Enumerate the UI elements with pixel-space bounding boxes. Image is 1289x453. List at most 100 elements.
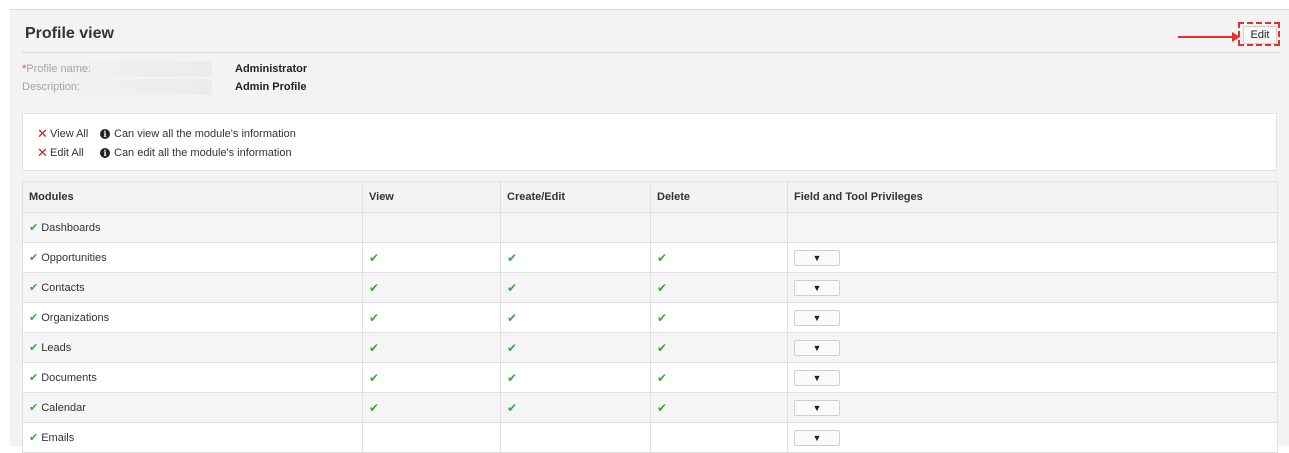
check-icon: ✔ — [369, 280, 380, 295]
edit-button[interactable]: Edit — [1243, 26, 1277, 44]
check-icon: ✔ — [657, 310, 668, 325]
view-cell: ✔ — [362, 392, 501, 423]
create-cell: ✔ — [500, 272, 651, 303]
tool-privileges-cell: ▼ — [787, 272, 1278, 303]
chevron-down-icon[interactable]: ▼ — [794, 309, 840, 326]
check-icon: ✔ — [507, 280, 518, 295]
page-title: Profile view — [25, 25, 114, 42]
check-icon: ✔ — [507, 310, 518, 325]
module-name: Organizations — [41, 312, 110, 324]
description-label: Description: — [22, 79, 212, 95]
check-icon: ✔ — [369, 250, 380, 265]
tool-privileges-cell: ▼ — [787, 422, 1278, 453]
check-icon: ✔ — [657, 280, 668, 295]
delete-cell: ✔ — [650, 332, 788, 363]
legend-view-all: ✕ View All i Can view all the module's i… — [37, 126, 296, 142]
title-divider — [22, 52, 1279, 53]
view-cell: ✔ — [362, 302, 501, 333]
legend-description: Can edit all the module's information — [114, 147, 292, 159]
table-row: ✔ Calendar ✔ ✔ ✔ ▼ — [22, 392, 1278, 423]
chevron-down-icon[interactable]: ▼ — [794, 399, 840, 416]
cross-icon: ✕ — [37, 126, 48, 141]
module-cell: ✔ Emails — [22, 422, 363, 453]
delete-cell: ✔ — [650, 272, 788, 303]
create-cell: ✔ — [500, 392, 651, 423]
module-cell: ✔ Opportunities — [22, 242, 363, 273]
legend-name: View All — [50, 128, 89, 140]
chevron-down-icon[interactable]: ▼ — [794, 249, 840, 266]
check-icon: ✔ — [369, 340, 380, 355]
view-cell: ✔ — [362, 332, 501, 363]
check-icon: ✔ — [29, 282, 39, 294]
cross-icon: ✕ — [37, 145, 48, 160]
create-cell — [500, 422, 651, 453]
check-icon: ✔ — [507, 400, 518, 415]
check-icon: ✔ — [29, 342, 39, 354]
legend-box: ✕ View All i Can view all the module's i… — [22, 113, 1277, 171]
table-header-row: Modules View Create/Edit Delete Field an… — [22, 181, 1278, 213]
info-icon: i — [100, 129, 110, 139]
module-cell: ✔ Dashboards — [22, 212, 363, 243]
view-cell — [362, 422, 501, 453]
table-row: ✔ Dashboards — [22, 212, 1278, 243]
chevron-down-icon[interactable]: ▼ — [794, 369, 840, 386]
legend-edit-all: ✕ Edit All i Can edit all the module's i… — [37, 145, 292, 161]
check-icon: ✔ — [657, 370, 668, 385]
module-name: Contacts — [41, 282, 85, 294]
check-icon: ✔ — [507, 370, 518, 385]
module-name: Emails — [41, 432, 75, 444]
module-cell: ✔ Calendar — [22, 392, 363, 423]
delete-cell — [650, 212, 788, 243]
check-icon: ✔ — [657, 400, 668, 415]
check-icon: ✔ — [29, 312, 39, 324]
table-row: ✔ Leads ✔ ✔ ✔ ▼ — [22, 332, 1278, 363]
delete-cell: ✔ — [650, 242, 788, 273]
create-cell — [500, 212, 651, 243]
delete-cell: ✔ — [650, 302, 788, 333]
tool-privileges-cell: ▼ — [787, 242, 1278, 273]
check-icon: ✔ — [29, 402, 39, 414]
check-icon: ✔ — [29, 222, 39, 234]
tool-privileges-cell: ▼ — [787, 332, 1278, 363]
tool-privileges-cell — [787, 212, 1278, 243]
module-cell: ✔ Leads — [22, 332, 363, 363]
delete-cell — [650, 422, 788, 453]
header-create-edit: Create/Edit — [500, 181, 651, 213]
check-icon: ✔ — [507, 340, 518, 355]
header-view: View — [362, 181, 501, 213]
header-modules: Modules — [22, 181, 363, 213]
chevron-down-icon[interactable]: ▼ — [794, 279, 840, 296]
legend-description: Can view all the module's information — [114, 128, 296, 140]
view-cell: ✔ — [362, 242, 501, 273]
create-cell: ✔ — [500, 332, 651, 363]
create-cell: ✔ — [500, 302, 651, 333]
check-icon: ✔ — [29, 432, 39, 444]
view-cell: ✔ — [362, 272, 501, 303]
module-name: Calendar — [41, 402, 86, 414]
create-cell: ✔ — [500, 242, 651, 273]
delete-cell: ✔ — [650, 392, 788, 423]
legend-name: Edit All — [50, 147, 84, 159]
table-row: ✔ Emails ▼ — [22, 422, 1278, 453]
view-cell: ✔ — [362, 362, 501, 393]
table-row: ✔ Contacts ✔ ✔ ✔ ▼ — [22, 272, 1278, 303]
module-name: Documents — [41, 372, 97, 384]
view-cell — [362, 212, 501, 243]
header-field-tool-privileges: Field and Tool Privileges — [787, 181, 1278, 213]
privileges-table: Modules View Create/Edit Delete Field an… — [22, 181, 1278, 453]
check-icon: ✔ — [369, 370, 380, 385]
chevron-down-icon[interactable]: ▼ — [794, 429, 840, 446]
profile-name-value: Administrator — [235, 63, 308, 75]
description-value: Admin Profile — [235, 81, 307, 93]
info-icon: i — [100, 148, 110, 158]
check-icon: ✔ — [29, 372, 39, 384]
tool-privileges-cell: ▼ — [787, 362, 1278, 393]
table-row: ✔ Documents ✔ ✔ ✔ ▼ — [22, 362, 1278, 393]
table-row: ✔ Organizations ✔ ✔ ✔ ▼ — [22, 302, 1278, 333]
chevron-down-icon[interactable]: ▼ — [794, 339, 840, 356]
profile-name-label: *Profile name: — [22, 61, 212, 77]
module-cell: ✔ Documents — [22, 362, 363, 393]
annotation-arrow-line — [1178, 36, 1234, 38]
create-cell: ✔ — [500, 362, 651, 393]
header-delete: Delete — [650, 181, 788, 213]
